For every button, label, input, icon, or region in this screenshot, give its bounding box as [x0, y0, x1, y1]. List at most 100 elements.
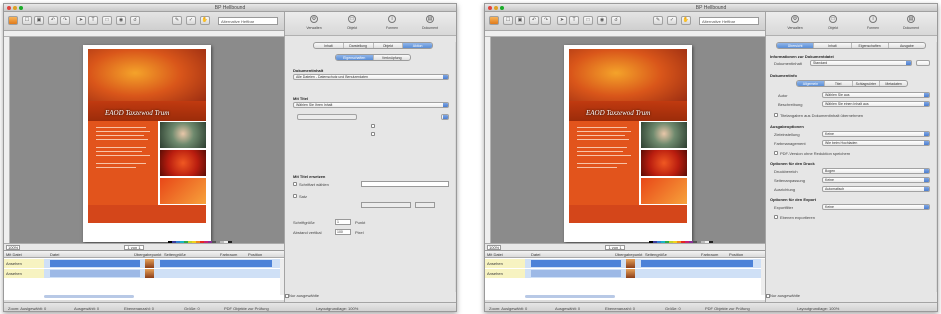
document-popup[interactable]: Standard — [810, 60, 912, 66]
save-icon[interactable]: ▣ — [515, 16, 525, 25]
undo-icon[interactable]: ↶ — [48, 16, 58, 25]
tab-appearance[interactable]: Darstellung — [344, 43, 374, 48]
table-row[interactable]: Ansehen — [4, 269, 280, 278]
pen-tool-icon[interactable]: ✎ — [172, 16, 182, 25]
document-canvas[interactable]: EAOD Taxzewod Trum — [10, 37, 284, 248]
flyer-footer — [88, 205, 206, 223]
inspector-tool-manage[interactable]: ⚙ Verwalten — [299, 14, 329, 34]
tab-metadata[interactable]: Metadaten — [880, 81, 907, 86]
inspector-tool-shapes[interactable]: i Formen — [858, 14, 888, 34]
pdf-version-checkbox[interactable] — [774, 151, 778, 155]
column-header[interactable]: Mit Datei — [6, 252, 22, 257]
tab-action[interactable]: Aktion — [403, 43, 432, 48]
title-checkbox[interactable] — [774, 113, 778, 117]
inspector-tool-manage[interactable]: ⚙ Verwalten — [780, 14, 810, 34]
inspector-scrollbar[interactable] — [455, 42, 456, 292]
color-management-popup[interactable]: Wie beim Hochladen — [822, 140, 930, 146]
inspector-tool-object[interactable]: □ Objekt — [337, 14, 367, 34]
pipette-icon[interactable]: ✓ — [186, 16, 196, 25]
horizontal-scrollbar[interactable] — [44, 295, 134, 298]
export-filter-popup[interactable]: Keine — [822, 204, 930, 210]
toolbar-search-field[interactable]: Alternative Heftbar — [218, 17, 278, 25]
option-checkbox[interactable] — [371, 132, 375, 136]
text-tool-icon[interactable]: T — [569, 16, 579, 25]
replace-field[interactable] — [361, 181, 449, 187]
spacing-field[interactable]: 100 — [335, 229, 351, 235]
table-row[interactable]: Ansehen — [485, 269, 761, 278]
open-icon[interactable]: ☐ — [503, 16, 513, 25]
column-header[interactable]: Seitengröße — [645, 252, 667, 257]
stepper[interactable] — [916, 60, 930, 66]
source-popup[interactable]: Alle Dateien - Datenschutz und Benutzerd… — [293, 74, 449, 80]
column-header[interactable]: Datei — [531, 252, 540, 257]
table-row[interactable]: Ansehen — [4, 259, 280, 268]
redo-icon[interactable]: ↷ — [541, 16, 551, 25]
frame-tool-icon[interactable]: □ — [583, 16, 593, 25]
redo-icon[interactable]: ↷ — [60, 16, 70, 25]
column-header[interactable]: Mit Datei — [487, 252, 503, 257]
toolbar-search-field[interactable]: Alternative Heftbar — [699, 17, 759, 25]
print-area-popup[interactable]: Bogen — [822, 168, 930, 174]
tab-general[interactable]: Allgemein — [797, 81, 825, 86]
frame-tool-icon[interactable]: □ — [102, 16, 112, 25]
table-row[interactable]: Ansehen — [485, 259, 761, 268]
chevron-down-icon — [924, 141, 929, 145]
pen-tool-icon[interactable]: ✎ — [653, 16, 663, 25]
tab-object[interactable]: Objekt — [374, 43, 404, 48]
target-popup[interactable]: Keine — [822, 131, 930, 137]
page-fit-popup[interactable]: Keine — [822, 177, 930, 183]
document-page[interactable]: EAOD Taxzewod Trum — [83, 45, 232, 248]
tab-properties[interactable]: Eigenschaften — [336, 55, 374, 60]
tab-content[interactable]: Inhalt — [314, 43, 344, 48]
horizontal-scrollbar[interactable] — [525, 295, 615, 298]
orientation-popup[interactable]: Automatisch — [822, 186, 930, 192]
undo-icon[interactable]: ↶ — [529, 16, 539, 25]
zoom-tool-icon[interactable]: ☌ — [611, 16, 621, 25]
tab-output[interactable]: Ausgabe — [889, 43, 925, 48]
image-tool-icon[interactable]: ◉ — [116, 16, 126, 25]
column-header[interactable]: Seitengröße — [164, 252, 186, 257]
tab-properties[interactable]: Eigenschaften — [852, 43, 889, 48]
column-header[interactable]: Übergabepunkt — [134, 252, 161, 257]
image-tool-icon[interactable]: ◉ — [597, 16, 607, 25]
select-tool-icon[interactable]: ➤ — [557, 16, 567, 25]
select-tool-icon[interactable]: ➤ — [76, 16, 86, 25]
open-icon[interactable]: ☐ — [22, 16, 32, 25]
document-canvas[interactable]: EAOD Taxzewod Trum — [491, 37, 765, 248]
export-layers-checkbox[interactable] — [774, 215, 778, 219]
save-icon[interactable]: ▣ — [34, 16, 44, 25]
description-popup[interactable]: Wählen Sie einen Inhalt aus — [822, 101, 930, 107]
inspector-tool-document[interactable]: ▤ Dokument — [415, 14, 445, 34]
document-icon: ▤ — [426, 15, 434, 23]
tab-overview[interactable]: Übersicht — [777, 43, 815, 48]
size-field[interactable]: 1 — [335, 219, 351, 225]
option-checkbox[interactable] — [371, 124, 375, 128]
hand-tool-icon[interactable]: ✋ — [200, 16, 210, 25]
column-header[interactable]: Farbraum — [220, 252, 237, 257]
tab-link[interactable]: Verknüpfung — [374, 55, 411, 60]
inspector-tool-object[interactable]: □ Objekt — [818, 14, 848, 34]
author-popup[interactable]: Wählen Sie aus — [822, 92, 930, 98]
zoom-tool-icon[interactable]: ☌ — [130, 16, 140, 25]
main-toolbar: ☐ ▣ ↶ ↷ ➤ T □ ◉ ☌ ✎ ✓ ✋ Alternative Heft… — [4, 12, 284, 31]
inspector-scrollbar[interactable] — [936, 42, 937, 292]
hand-tool-icon[interactable]: ✋ — [681, 16, 691, 25]
replace-checkbox-1[interactable] — [293, 182, 297, 186]
inspector-tool-shapes[interactable]: i Formen — [377, 14, 407, 34]
document-page[interactable]: EAOD Taxzewod Trum — [564, 45, 713, 248]
tab-keywords[interactable]: Schlagwörter — [853, 81, 881, 86]
column-header[interactable]: Position — [729, 252, 743, 257]
tab-content[interactable]: Inhalt — [814, 43, 852, 48]
inspector-tool-document[interactable]: ▤ Dokument — [896, 14, 926, 34]
app-window-left: BP Hellbound ☐ ▣ ↶ ↷ ➤ T □ ◉ ☌ ✎ ✓ ✋ Alt… — [3, 3, 457, 312]
column-header[interactable]: Farbraum — [701, 252, 718, 257]
column-header[interactable]: Übergabepunkt — [615, 252, 642, 257]
column-header[interactable]: Position — [248, 252, 262, 257]
column-header[interactable]: Datei — [50, 252, 59, 257]
tab-title[interactable]: Titel — [825, 81, 853, 86]
replace-checkbox-2[interactable] — [293, 194, 297, 198]
stepper[interactable] — [441, 114, 449, 120]
pipette-icon[interactable]: ✓ — [667, 16, 677, 25]
fontset-popup[interactable]: Wählen Sie Ihren Inhalt — [293, 102, 449, 108]
text-tool-icon[interactable]: T — [88, 16, 98, 25]
